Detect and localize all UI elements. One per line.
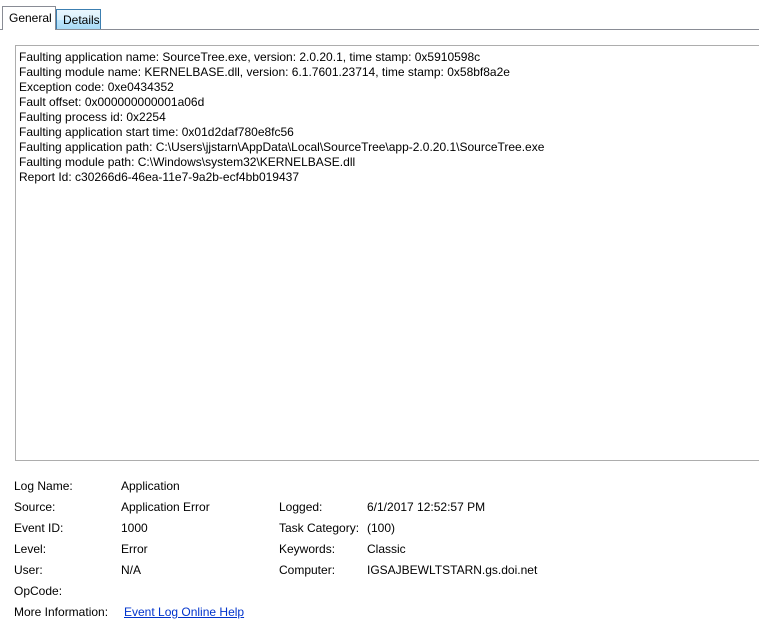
computer-value: IGSAJBEWLTSTARN.gs.doi.net	[367, 563, 538, 577]
description-line: Faulting module name: KERNELBASE.dll, ve…	[19, 65, 510, 79]
description-line: Faulting module path: C:\Windows\system3…	[19, 155, 356, 169]
log-name-value: Application	[121, 479, 180, 493]
task-category-value: (100)	[367, 521, 396, 535]
description-line: Faulting process id: 0x2254	[19, 110, 166, 124]
logged-label: Logged:	[279, 500, 323, 514]
event-description-box[interactable]: Faulting application name: SourceTree.ex…	[15, 45, 759, 461]
level-label: Level:	[14, 542, 47, 556]
log-name-label: Log Name:	[14, 479, 73, 493]
user-value: N/A	[121, 563, 142, 577]
description-line: Faulting application start time: 0x01d2d…	[19, 125, 294, 139]
tab-strip: General Details	[0, 0, 759, 30]
more-information-label: More Information:	[14, 605, 109, 619]
tab-general[interactable]: General	[2, 6, 56, 30]
tab-details[interactable]: Details	[56, 9, 101, 30]
keywords-label: Keywords:	[279, 542, 336, 556]
computer-label: Computer:	[279, 563, 336, 577]
description-line: Fault offset: 0x000000000001a06d	[19, 95, 205, 109]
task-category-label: Task Category:	[279, 521, 360, 535]
description-line: Exception code: 0xe0434352	[19, 80, 174, 94]
keywords-value: Classic	[367, 542, 406, 556]
description-line: Faulting application path: C:\Users\jjst…	[19, 140, 545, 154]
event-log-online-help-link[interactable]: Event Log Online Help	[124, 604, 244, 620]
source-label: Source:	[14, 500, 56, 514]
user-label: User:	[14, 563, 43, 577]
description-line: Faulting application name: SourceTree.ex…	[19, 50, 481, 64]
event-id-label: Event ID:	[14, 521, 64, 535]
logged-value: 6/1/2017 12:52:57 PM	[367, 500, 486, 514]
opcode-label: OpCode:	[14, 584, 63, 598]
event-id-value: 1000	[121, 521, 148, 535]
source-value: Application Error	[121, 500, 210, 514]
description-line: Report Id: c30266d6-46ea-11e7-9a2b-ecf4b…	[19, 170, 299, 184]
level-value: Error	[121, 542, 148, 556]
